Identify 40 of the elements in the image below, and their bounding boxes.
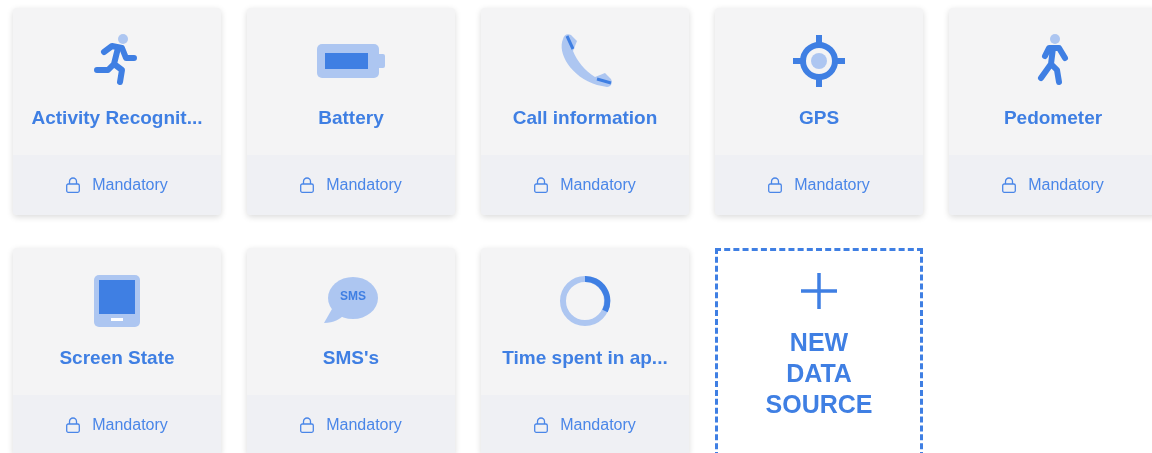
lock-icon — [66, 417, 81, 433]
walking-person-icon — [1035, 34, 1071, 88]
data-source-card[interactable]: Pedometer Mandatory — [949, 8, 1152, 215]
lock-icon — [534, 177, 549, 193]
plus-icon — [801, 273, 837, 309]
card-title: Screen State — [59, 346, 175, 370]
card-title: SMS's — [322, 346, 380, 370]
running-person-icon — [94, 34, 140, 88]
lock-icon — [300, 417, 315, 433]
lock-icon — [768, 177, 783, 193]
progress-ring-icon — [559, 275, 611, 327]
data-source-card[interactable]: Activity Recognit... Mandatory — [13, 8, 221, 215]
mandatory-label: Mandatory — [326, 175, 402, 195]
data-source-card[interactable]: Time spent in ap... Mandatory — [481, 248, 689, 453]
tablet-icon — [94, 275, 140, 327]
lock-icon — [1002, 177, 1017, 193]
mandatory-label: Mandatory — [794, 175, 870, 195]
lock-icon — [66, 177, 81, 193]
mandatory-label: Mandatory — [92, 175, 168, 195]
new-data-source-button[interactable]: NEW DATA SOURCE — [715, 248, 923, 453]
data-source-card[interactable]: SMS SMS's Mandatory — [247, 248, 455, 453]
card-title: Pedometer — [1003, 106, 1103, 130]
mandatory-label: Mandatory — [326, 415, 402, 435]
lock-icon — [300, 177, 315, 193]
mandatory-label: Mandatory — [1028, 175, 1104, 195]
card-title: Time spent in ap... — [502, 346, 668, 370]
data-source-card[interactable]: Screen State Mandatory — [13, 248, 221, 453]
data-source-card[interactable]: Call information Mandatory — [481, 8, 689, 215]
card-title: Activity Recognit... — [31, 106, 203, 130]
mandatory-label: Mandatory — [560, 415, 636, 435]
crosshair-icon — [793, 35, 845, 87]
lock-icon — [534, 417, 549, 433]
mandatory-label: Mandatory — [560, 175, 636, 195]
data-source-card[interactable]: GPS Mandatory — [715, 8, 923, 215]
card-title: GPS — [798, 106, 840, 130]
card-title: Battery — [318, 106, 384, 130]
battery-icon — [317, 44, 385, 78]
mandatory-label: Mandatory — [92, 415, 168, 435]
card-title: Call information — [512, 106, 658, 130]
data-source-card[interactable]: Battery Mandatory — [247, 8, 455, 215]
